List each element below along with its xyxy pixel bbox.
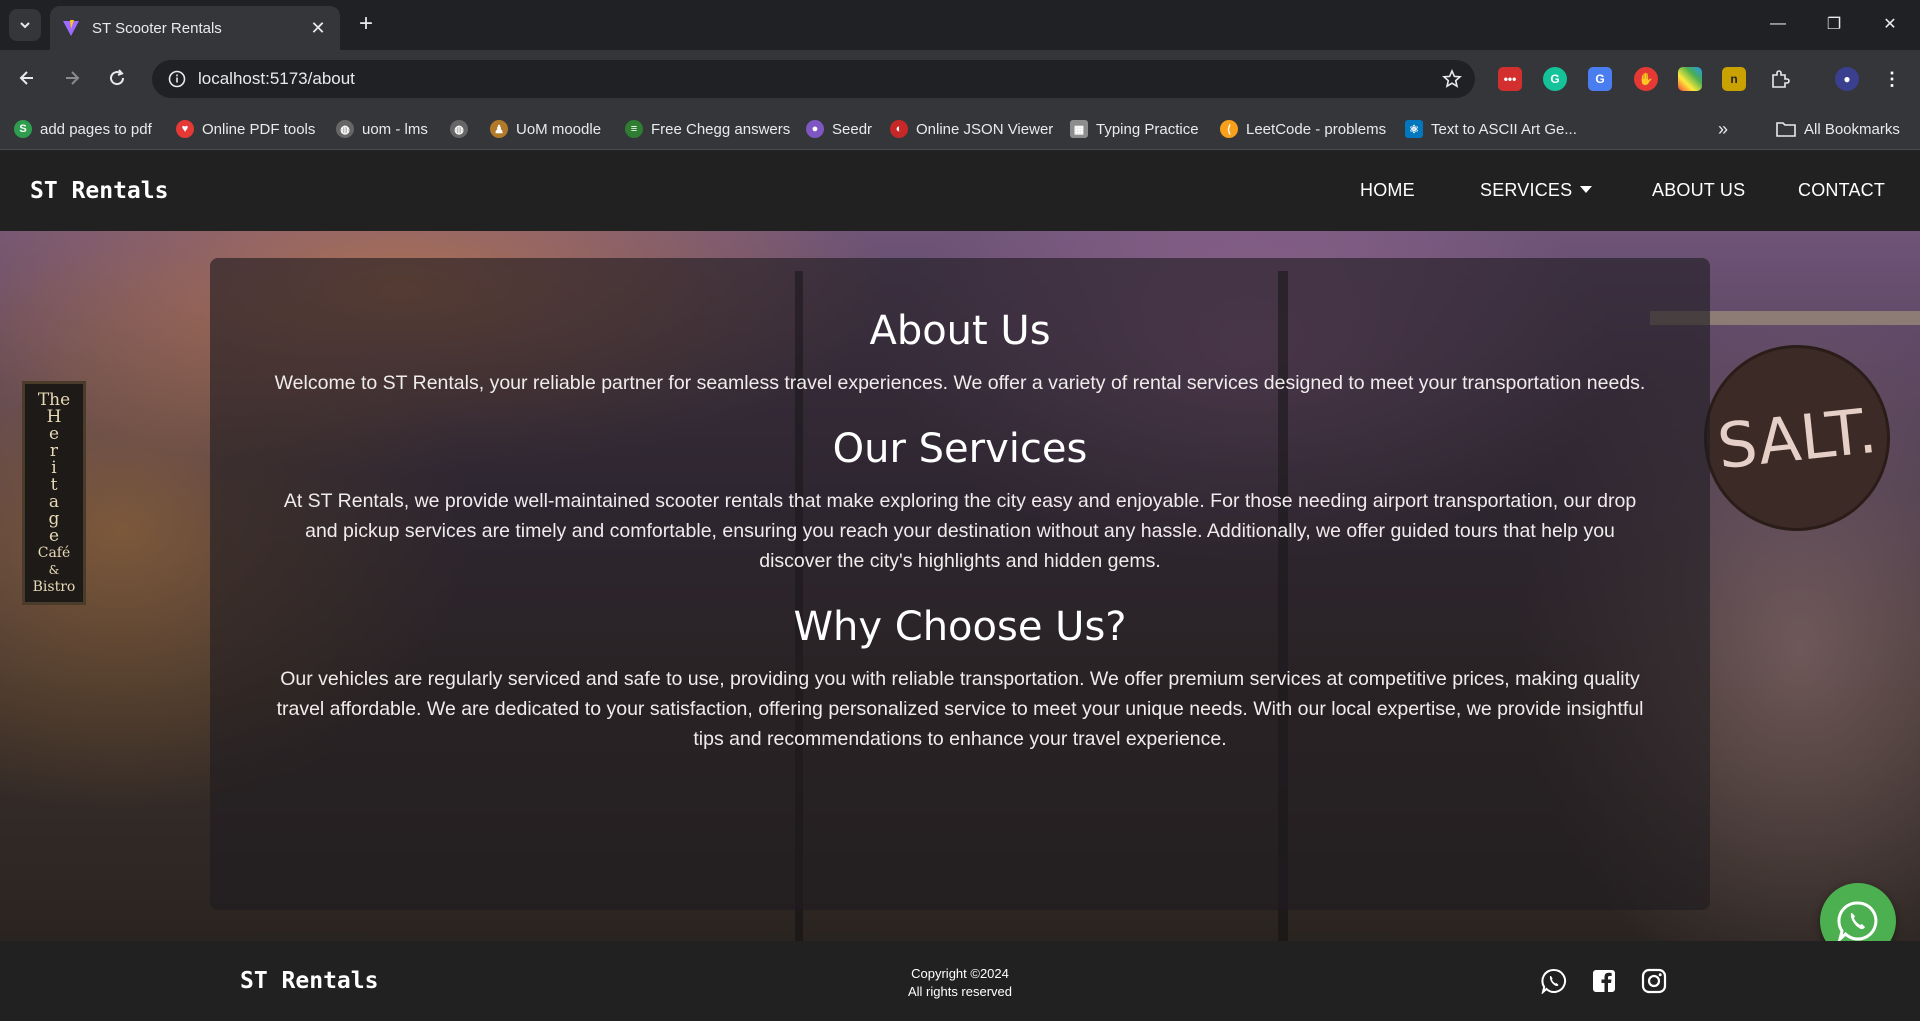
services-text: At ST Rentals, we provide well-maintaine… [283, 490, 1637, 572]
chevron-down-icon [20, 22, 30, 29]
bookmark-star-icon[interactable] [1437, 64, 1467, 94]
all-bookmarks-button[interactable]: All Bookmarks [1776, 118, 1900, 140]
more-bookmarks-chevron-icon[interactable]: » [1718, 118, 1728, 140]
tab-search-button[interactable] [9, 9, 41, 41]
facebook-icon [1593, 970, 1615, 992]
footer-whatsapp-link[interactable] [1540, 967, 1568, 995]
browser-menu-icon[interactable]: ⋮ [1880, 67, 1904, 91]
about-text: Welcome to ST Rentals, your reliable par… [274, 372, 1646, 394]
footer-instagram-link[interactable] [1640, 967, 1668, 995]
bookmark-moodle-icon: ♟ [490, 120, 508, 138]
new-tab-button[interactable]: + [352, 10, 380, 38]
nav-services[interactable]: SERVICES [1480, 180, 1593, 201]
arrow-right-icon [66, 71, 80, 85]
bookmark-item[interactable]: ▦ Typing Practice [1070, 118, 1199, 140]
minimize-button[interactable]: — [1750, 0, 1806, 48]
nav-home[interactable]: HOME [1360, 180, 1415, 201]
folder-icon [1776, 122, 1796, 137]
bookmark-item[interactable]: ⟨ LeetCode - problems [1220, 118, 1386, 140]
bookmark-leetcode-icon: ⟨ [1220, 120, 1238, 138]
footer-facebook-link[interactable] [1590, 967, 1618, 995]
bookmark-item[interactable]: ● Seedr [806, 118, 872, 140]
why-choose-text: Our vehicles are regularly serviced and … [276, 668, 1644, 750]
site-header: ST Rentals HOME SERVICES ABOUT US CONTAC… [0, 150, 1920, 231]
arrow-left-icon [19, 71, 33, 85]
bookmark-item[interactable]: ♟ UoM moodle [490, 118, 601, 140]
whatsapp-icon [1541, 968, 1566, 994]
web-page: ST Rentals HOME SERVICES ABOUT US CONTAC… [0, 150, 1920, 1021]
restore-button[interactable]: ❐ [1806, 0, 1862, 48]
site-logo[interactable]: ST Rentals [30, 178, 168, 204]
extension-notes-icon[interactable]: n [1722, 67, 1746, 91]
site-info-icon[interactable] [166, 68, 188, 90]
close-window-button[interactable]: ✕ [1862, 0, 1918, 48]
bookmark-item[interactable]: ⚛ Text to ASCII Art Ge... [1405, 118, 1577, 140]
instagram-icon [1641, 968, 1667, 994]
bookmark-globe-icon: ◍ [450, 120, 468, 138]
extensions-puzzle-icon[interactable] [1768, 67, 1792, 91]
bookmark-react-icon: ⚛ [1405, 120, 1423, 138]
address-bar[interactable]: localhost:5173/about [152, 60, 1475, 98]
tab-title: ST Scooter Rentals [92, 19, 222, 37]
extension-colorpicker-icon[interactable] [1678, 67, 1702, 91]
bookmark-keyboard-icon: ▦ [1070, 120, 1088, 138]
close-tab-icon[interactable]: ✕ [308, 18, 328, 38]
bookmarks-bar: Sadd pages to pdf ♥ Online PDF tools ◍ uom… [0, 108, 1920, 150]
services-heading: Our Services [832, 426, 1088, 472]
nav-services-label: SERVICES [1480, 180, 1573, 200]
about-heading: About Us [869, 308, 1051, 354]
nav-about[interactable]: ABOUT US [1652, 180, 1745, 201]
why-choose-heading: Why Choose Us? [793, 604, 1127, 650]
bookmark-item[interactable]: ≡ Free Chegg answers [625, 118, 790, 140]
footer-logo: ST Rentals [240, 968, 379, 994]
extension-grammarly-icon[interactable]: G [1543, 67, 1567, 91]
profile-avatar[interactable]: ● [1835, 67, 1859, 91]
bookmark-seedr-icon: ● [806, 120, 824, 138]
bookmark-json-icon: ◐ [890, 120, 908, 138]
hero-background: The H e r i t a g e Café & Bistro SALT. … [0, 231, 1920, 941]
heritage-cafe-sign: The H e r i t a g e Café & Bistro [22, 381, 86, 605]
browser-tab-strip: ST Scooter Rentals ✕ + — ❐ ✕ [0, 0, 1920, 50]
bookmark-item[interactable]: ◐ Online JSON Viewer [890, 118, 1053, 140]
whatsapp-icon [1837, 901, 1878, 943]
forward-button[interactable] [56, 62, 88, 94]
reload-icon [110, 69, 125, 86]
bookmark-item[interactable]: Sadd pages to pdf [14, 118, 152, 140]
url-text: localhost:5173/about [198, 69, 355, 88]
active-tab[interactable]: ST Scooter Rentals ✕ [50, 6, 340, 50]
back-button[interactable] [11, 62, 43, 94]
bookmark-books-icon: ≡ [625, 120, 643, 138]
rights-line: All rights reserved [907, 984, 1013, 999]
about-content-card: About Us Welcome to ST Rentals, your rel… [210, 258, 1710, 910]
extension-translate-icon[interactable]: G [1588, 67, 1612, 91]
bookmark-item[interactable]: ◍ [450, 118, 476, 140]
extension-adblock-icon[interactable]: ✋ [1634, 67, 1658, 91]
bookmark-globe-icon: ◍ [336, 120, 354, 138]
browser-toolbar: localhost:5173/about ••• G G ✋ n ● ⋮ [0, 50, 1920, 108]
copyright-line: Copyright ©2024 [911, 966, 1009, 981]
bookmark-heart-icon: ♥ [176, 120, 194, 138]
bookmark-s-icon: S [14, 120, 32, 138]
salt-sign: SALT. [1694, 335, 1900, 541]
reload-button[interactable] [101, 62, 133, 94]
caret-down-icon [1580, 186, 1593, 193]
vite-favicon-icon [63, 20, 79, 36]
site-footer: ST Rentals Copyright ©2024 All rights re… [0, 941, 1920, 1021]
nav-contact[interactable]: CONTACT [1798, 180, 1885, 201]
bookmark-item[interactable]: ◍ uom - lms [336, 118, 428, 140]
extension-lastpass-icon[interactable]: ••• [1498, 67, 1522, 91]
copyright: Copyright ©2024 All rights reserved [860, 965, 1060, 1001]
bookmark-item[interactable]: ♥ Online PDF tools [176, 118, 315, 140]
